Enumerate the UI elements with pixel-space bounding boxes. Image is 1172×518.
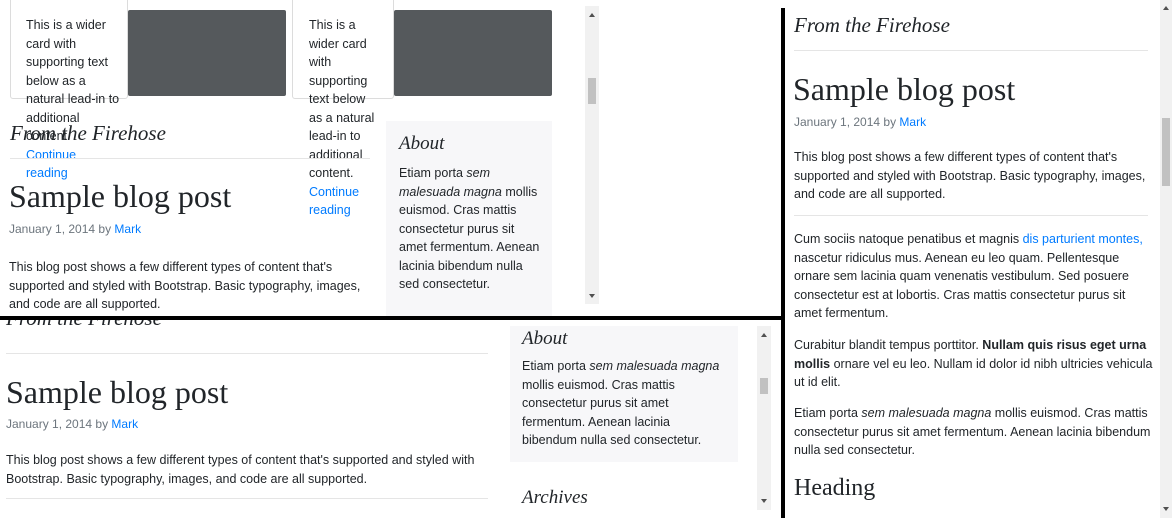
card-1-image xyxy=(128,10,286,96)
heading-divider xyxy=(6,353,488,354)
post-paragraph-2: Curabitur blandit tempus porttitor. Null… xyxy=(794,338,1153,389)
post-paragraph-1: Cum sociis natoque penatibus et magnis d… xyxy=(794,232,1143,320)
about-title: About xyxy=(522,328,568,349)
scroll-up-arrow-icon[interactable] xyxy=(589,13,595,17)
top-left-scrollbar[interactable] xyxy=(585,6,599,304)
post-meta: January 1, 2014 by Mark xyxy=(794,115,927,129)
post-intro: This blog post shows a few different typ… xyxy=(6,453,475,486)
post-title: Sample blog post xyxy=(9,178,232,214)
bottom-left-scrollbar[interactable] xyxy=(757,326,771,510)
about-text: Etiam porta sem malesuada magna mollis e… xyxy=(399,166,540,291)
post-title: Sample blog post xyxy=(793,71,1016,107)
post-subheading: Heading xyxy=(794,475,876,501)
post-title: Sample blog post xyxy=(6,374,229,410)
scroll-down-arrow-icon[interactable] xyxy=(1163,507,1169,511)
continue-reading-link[interactable]: Continue reading xyxy=(309,185,359,218)
post-paragraph-3: Etiam porta sem malesuada magna mollis e… xyxy=(794,406,1151,457)
card-2-text: This is a wider card with supporting tex… xyxy=(309,16,379,220)
post-intro: This blog post shows a few different typ… xyxy=(794,150,1146,201)
post-divider xyxy=(794,215,1148,216)
scroll-down-arrow-icon[interactable] xyxy=(761,499,767,503)
parturient-link[interactable]: dis parturient montes, xyxy=(1023,232,1143,246)
section-heading: From the Firehose xyxy=(10,121,166,145)
section-heading: From the Firehose xyxy=(6,320,162,331)
heading-divider xyxy=(10,158,370,159)
post-intro: This blog post shows a few different typ… xyxy=(9,260,361,311)
scroll-up-arrow-icon[interactable] xyxy=(1163,6,1169,10)
right-viewport: From the Firehose Sample blog post Janua… xyxy=(785,0,1160,518)
card-text: This is a wider card with supporting tex… xyxy=(309,18,375,180)
scroll-down-arrow-icon[interactable] xyxy=(589,294,595,298)
scrollbar-thumb[interactable] xyxy=(1162,118,1170,186)
top-left-viewport: This is a wider card with supporting tex… xyxy=(0,0,585,316)
right-scrollbar[interactable] xyxy=(1160,0,1172,518)
about-text: Etiam porta sem malesuada magna mollis e… xyxy=(522,359,720,447)
post-meta: January 1, 2014 by Mark xyxy=(6,417,139,431)
author-link[interactable]: Mark xyxy=(899,115,926,129)
author-link[interactable]: Mark xyxy=(114,222,141,236)
card-2-image xyxy=(394,10,552,96)
section-heading: From the Firehose xyxy=(794,13,950,37)
archives-title: Archives xyxy=(522,487,588,508)
author-link[interactable]: Mark xyxy=(111,417,138,431)
post-divider xyxy=(6,498,488,499)
about-title: About xyxy=(399,133,445,154)
heading-divider xyxy=(794,50,1148,51)
bottom-left-viewport: From the Firehose Sample blog post Janua… xyxy=(0,320,757,518)
scrollbar-thumb[interactable] xyxy=(760,378,768,394)
continue-reading-link[interactable]: Continue reading xyxy=(26,148,76,181)
post-meta: January 1, 2014 by Mark xyxy=(9,222,142,236)
scroll-up-arrow-icon[interactable] xyxy=(761,333,767,337)
scrollbar-thumb[interactable] xyxy=(588,78,596,104)
